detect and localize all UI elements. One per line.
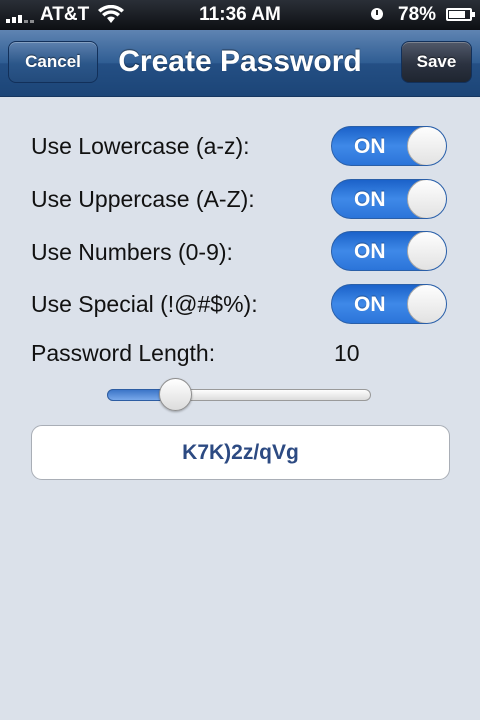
toggle-on-text: ON [354, 135, 386, 158]
toggle-on-text: ON [354, 240, 386, 263]
numbers-toggle[interactable]: ON [331, 231, 447, 271]
toggle-knob [407, 285, 446, 323]
toggle-knob [407, 127, 446, 165]
status-bar: AT&T 11:36 AM 78% [0, 0, 480, 30]
slider-thumb[interactable] [159, 378, 192, 411]
navigation-bar: Cancel Create Password Save [0, 30, 480, 97]
toggle-on-text: ON [354, 293, 386, 316]
toggle-on-text: ON [354, 188, 386, 211]
password-length-value: 10 [334, 340, 360, 366]
alarm-clock-icon [371, 8, 383, 20]
save-button[interactable]: Save [401, 41, 472, 83]
lowercase-label: Use Lowercase (a-z): [31, 133, 250, 159]
battery-icon [446, 8, 475, 21]
password-length-label: Password Length: [31, 340, 216, 366]
toggle-knob [407, 232, 446, 270]
special-label: Use Special (!@#$%): [31, 291, 258, 317]
lowercase-toggle[interactable]: ON [331, 126, 447, 166]
numbers-label: Use Numbers (0-9): [31, 239, 233, 265]
uppercase-toggle[interactable]: ON [331, 179, 447, 219]
toggle-knob [407, 180, 446, 218]
uppercase-label: Use Uppercase (A-Z): [31, 186, 255, 212]
special-toggle[interactable]: ON [331, 284, 447, 324]
battery-percent: 78% [398, 4, 437, 25]
generated-password-field[interactable]: K7K)2z/qVg [31, 425, 450, 480]
